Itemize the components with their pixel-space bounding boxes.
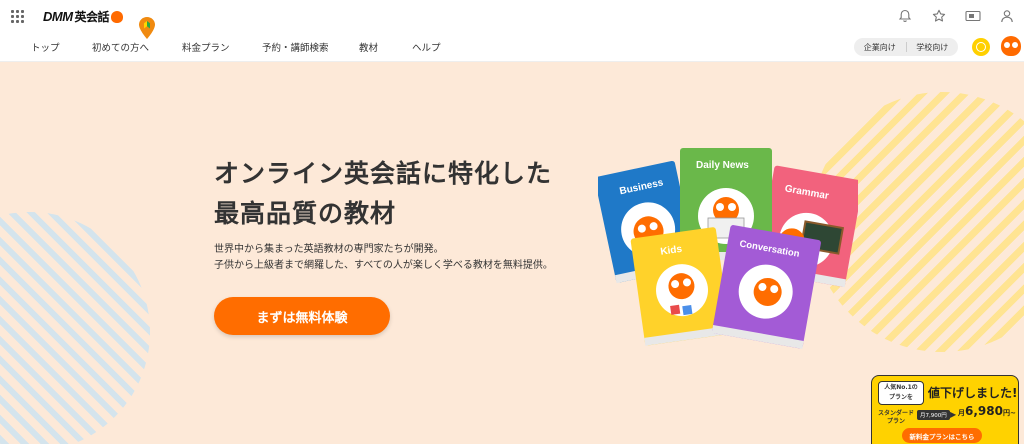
- price-down-promo[interactable]: 人気No.1の プランを 値下げしました! スタンダード プラン 月7,900円…: [871, 375, 1019, 444]
- promo-new-price: 月6,980円~: [958, 404, 1016, 418]
- bell-icon[interactable]: [888, 9, 922, 23]
- book-daily-news-title: Daily News: [696, 160, 749, 171]
- nav-item-booking[interactable]: 予約・講師検索: [262, 40, 329, 54]
- arrow-right-icon: ▶: [950, 410, 957, 419]
- audience-toggle: 企業向け 学校向け: [854, 38, 958, 56]
- school-link[interactable]: 学校向け: [907, 42, 959, 53]
- user-icon[interactable]: [990, 9, 1024, 23]
- nav-item-help[interactable]: ヘルプ: [412, 40, 441, 54]
- promo-plan-name: スタンダード プラン: [876, 410, 916, 426]
- nav-item-materials[interactable]: 教材: [359, 40, 378, 54]
- free-trial-button[interactable]: まずは無料体験: [214, 297, 390, 335]
- beginner-mark-icon: [139, 17, 155, 39]
- nav-item-first-time[interactable]: 初めての方へ: [92, 40, 149, 54]
- owl-mascot-icon[interactable]: [1001, 36, 1021, 56]
- promo-old-price: 月7,900円: [917, 410, 950, 420]
- promo-new-price-suffix: 円~: [1002, 409, 1016, 417]
- description-line-1: 世界中から集まった英語教材の専門家たちが開発。: [214, 244, 444, 255]
- corporate-link[interactable]: 企業向け: [854, 42, 906, 53]
- promo-tag-line-2: プランを: [888, 394, 913, 401]
- coin-icon[interactable]: [972, 38, 990, 56]
- headline-line-1: オンライン英会話に特化した: [214, 159, 553, 188]
- description-line-2: 子供から上級者まで網羅した、すべての人が楽しく学べる教材を無料提供。: [214, 260, 553, 271]
- logo[interactable]: DMM 英会話: [43, 8, 124, 25]
- new-pricing-button[interactable]: 新料金プランはこちら: [902, 428, 982, 443]
- logo-text: 英会話: [74, 10, 110, 24]
- mascot-icon: [111, 10, 124, 23]
- promo-plan-line-2: プラン: [886, 418, 905, 425]
- promo-tag-line-1: 人気No.1の: [884, 384, 918, 391]
- promo-new-price-value: 6,980: [965, 404, 1003, 418]
- logo-brand: DMM: [43, 9, 73, 24]
- decor-stripes-left: [0, 212, 150, 444]
- promo-new-price-prefix: 月: [958, 409, 965, 417]
- book-conversation: Conversation: [711, 225, 821, 349]
- nav-item-pricing[interactable]: 料金プラン: [182, 40, 230, 54]
- points-card-icon[interactable]: [956, 10, 990, 22]
- star-icon[interactable]: [922, 9, 956, 23]
- hero-description: 世界中から集まった英語教材の専門家たちが開発。 子供から上級者まで網羅した、すべ…: [214, 242, 553, 274]
- headline-line-2: 最高品質の教材: [214, 199, 397, 228]
- hero-headline: オンライン英会話に特化した 最高品質の教材: [214, 154, 552, 234]
- promo-tag: 人気No.1の プランを: [878, 381, 924, 405]
- nav-item-top[interactable]: トップ: [31, 40, 60, 54]
- apps-grid-icon[interactable]: [11, 10, 24, 23]
- promo-plan-line-1: スタンダード: [877, 410, 914, 417]
- textbooks-illustration: Business Grammar Daily News Kids Convers…: [598, 148, 858, 349]
- promo-headline: 値下げしました!: [928, 386, 1018, 400]
